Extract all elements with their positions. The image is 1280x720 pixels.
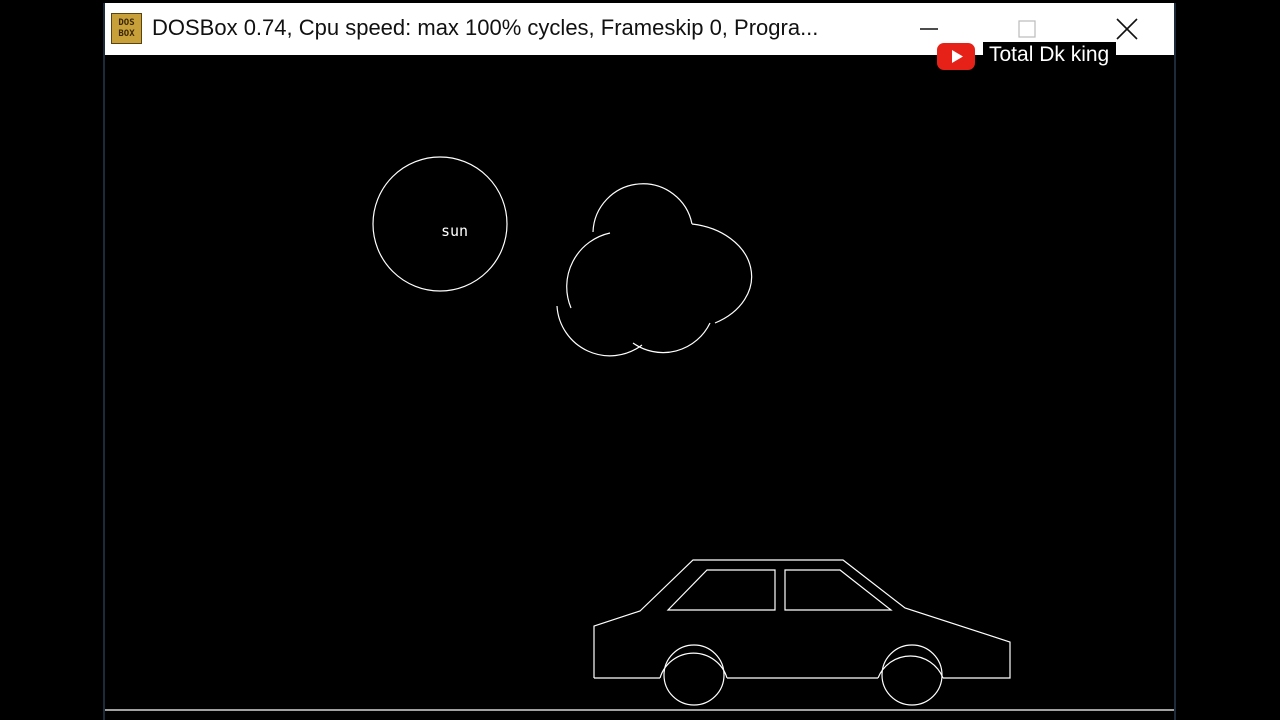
minimize-icon (920, 28, 938, 30)
desktop-background: DOS BOX DOSBox 0.74, Cpu speed: max 100%… (0, 0, 1280, 720)
dosbox-icon: DOS BOX (111, 13, 142, 44)
icon-text-bottom: BOX (118, 29, 135, 39)
sun-label: sun (441, 222, 468, 240)
close-icon (1116, 18, 1138, 40)
window-title: DOSBox 0.74, Cpu speed: max 100% cycles,… (152, 15, 819, 40)
channel-name: Total Dk king (983, 42, 1117, 70)
maximize-icon (1018, 20, 1036, 38)
channel-watermark: Total Dk king (937, 41, 1117, 71)
youtube-icon (937, 42, 975, 70)
dos-graphics-screen: sun (105, 55, 1174, 720)
dosbox-window[interactable]: DOS BOX DOSBox 0.74, Cpu speed: max 100%… (103, 3, 1176, 720)
icon-text-top: DOS (118, 18, 135, 28)
